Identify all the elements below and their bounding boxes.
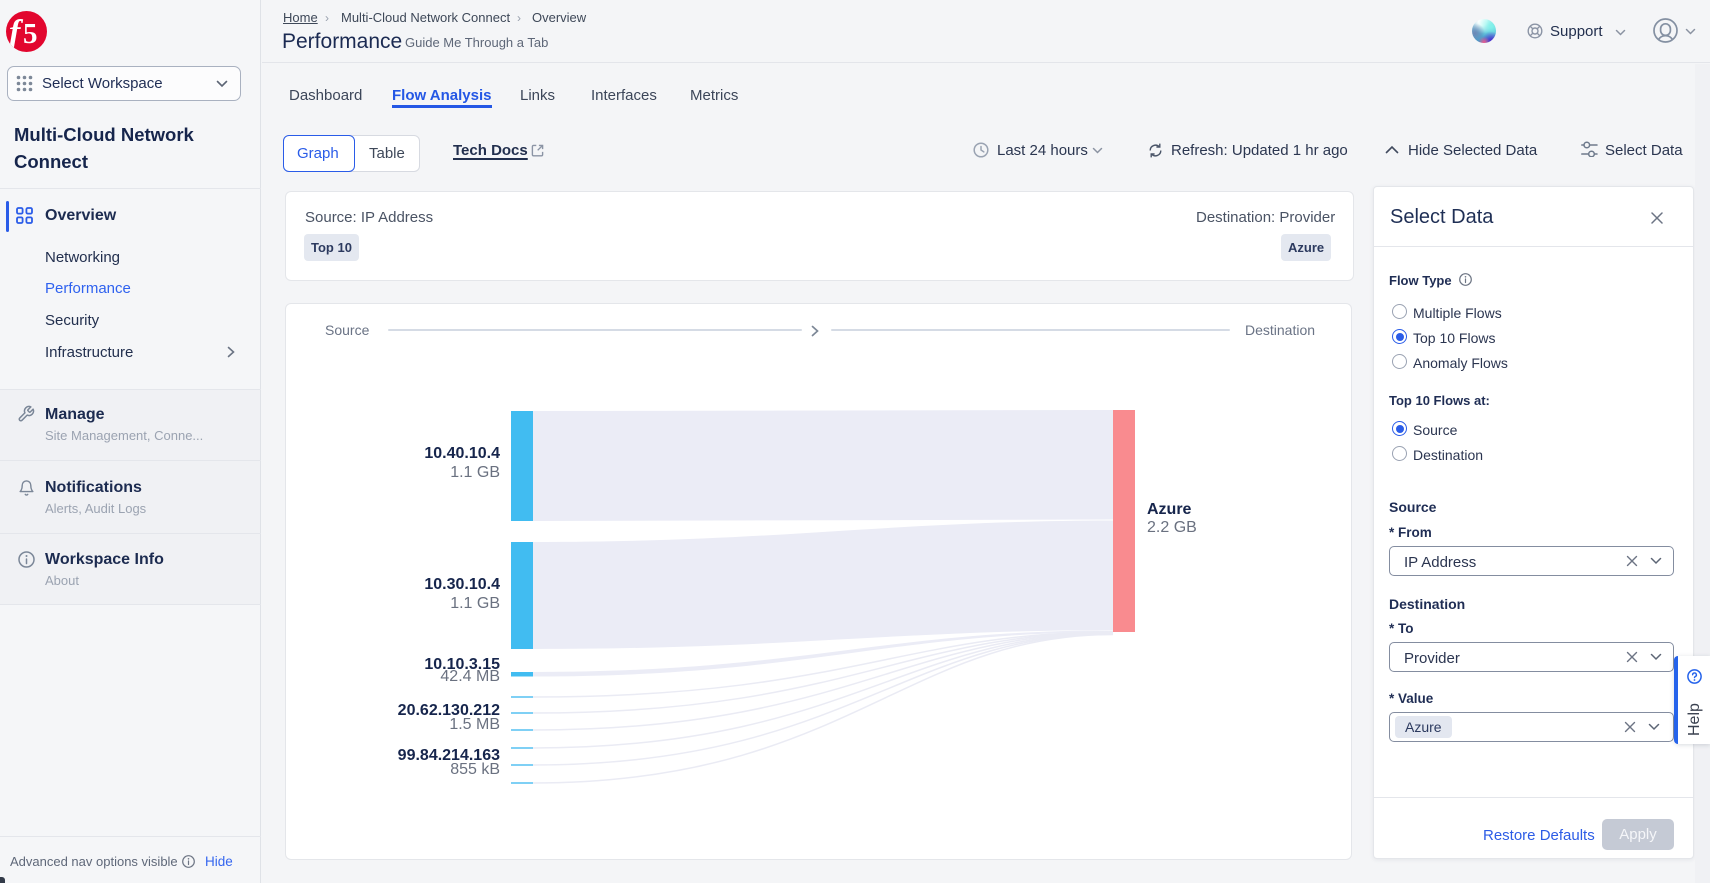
svg-text:5: 5 bbox=[23, 18, 38, 50]
